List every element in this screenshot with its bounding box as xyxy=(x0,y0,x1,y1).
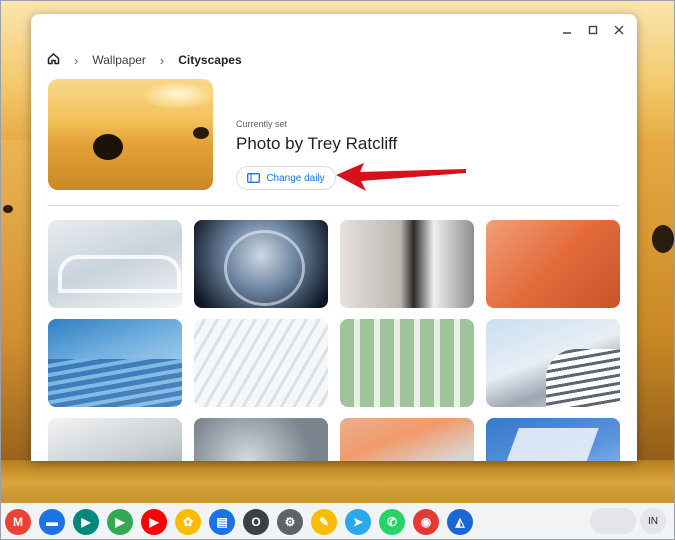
wallpaper-title: Photo by Trey Ratcliff xyxy=(236,134,398,153)
red-arrow-annotation xyxy=(336,163,466,191)
section-divider xyxy=(48,205,619,206)
shelf-app-messages-icon[interactable]: ▤ xyxy=(209,508,235,535)
wallpaper-tile[interactable] xyxy=(48,220,182,308)
current-wallpaper-preview xyxy=(48,79,213,190)
shelf-app-paint-icon[interactable]: ◉ xyxy=(413,508,439,535)
wallpaper-tile[interactable] xyxy=(340,418,474,461)
shelf-app-youtube-icon[interactable]: ▶ xyxy=(141,508,167,535)
change-daily-icon xyxy=(247,173,261,183)
shelf-app-play-store-icon[interactable]: ▶ xyxy=(107,508,133,535)
breadcrumb-wallpaper[interactable]: Wallpaper xyxy=(92,53,146,67)
wallpaper-rock xyxy=(3,205,13,213)
wallpaper-tile[interactable] xyxy=(486,319,620,407)
wallpaper-tile[interactable] xyxy=(48,319,182,407)
shelf-app-photos-icon[interactable]: ✿ xyxy=(175,508,201,535)
currently-set-label: Currently set xyxy=(236,119,288,129)
desktop-wallpaper-bottom xyxy=(0,460,675,505)
status-tray-pill[interactable] xyxy=(590,508,636,534)
change-daily-label: Change daily xyxy=(266,172,325,184)
close-icon[interactable] xyxy=(609,20,629,40)
status-tray: IN xyxy=(590,508,666,534)
window-controls xyxy=(557,20,629,40)
wallpaper-tile[interactable] xyxy=(486,418,620,461)
shelf-app-wallpaper-app-icon[interactable]: ◭ xyxy=(447,508,473,535)
home-icon[interactable] xyxy=(47,52,60,68)
shelf-apps: M ▬ ▶ ▶ ▶ ✿ ▤ O ⚙ ✎ ➤ ✆ ◉ ◭ xyxy=(5,508,473,535)
desktop-wallpaper-left xyxy=(0,140,32,470)
wallpaper-tile[interactable] xyxy=(48,418,182,461)
breadcrumb-cityscapes: Cityscapes xyxy=(178,53,242,67)
wallpaper-tile[interactable] xyxy=(194,418,328,461)
shelf-app-gmail-icon[interactable]: M xyxy=(5,508,31,535)
maximize-icon[interactable] xyxy=(583,20,603,40)
shelf-app-meet-icon[interactable]: ▶ xyxy=(73,508,99,535)
shelf-app-keep-icon[interactable]: ✎ xyxy=(311,508,337,535)
desktop-wallpaper-right xyxy=(635,140,675,470)
chevron-right-icon: › xyxy=(159,52,165,68)
wallpaper-tile[interactable] xyxy=(194,319,328,407)
wallpaper-tile[interactable] xyxy=(340,319,474,407)
shelf-app-telegram-icon[interactable]: ➤ xyxy=(345,508,371,535)
change-daily-button[interactable]: Change daily xyxy=(236,166,336,190)
wallpaper-tile[interactable] xyxy=(340,220,474,308)
chevron-right-icon: › xyxy=(74,52,79,68)
wallpaper-grid xyxy=(48,220,620,461)
shelf-app-settings-icon[interactable]: ⚙ xyxy=(277,508,303,535)
shelf-app-whatsapp-icon[interactable]: ✆ xyxy=(379,508,405,535)
wallpaper-rock xyxy=(652,225,674,253)
wallpaper-app-window: › Wallpaper › Cityscapes Currently set P… xyxy=(31,14,637,461)
shelf-app-circle-app-icon[interactable]: O xyxy=(243,508,269,535)
shelf: M ▬ ▶ ▶ ▶ ✿ ▤ O ⚙ ✎ ➤ ✆ ◉ ◭ IN xyxy=(0,503,675,540)
breadcrumb: › Wallpaper › Cityscapes xyxy=(47,52,242,68)
shelf-app-files-icon[interactable]: ▬ xyxy=(39,508,65,535)
wallpaper-tile[interactable] xyxy=(486,220,620,308)
input-method-indicator[interactable]: IN xyxy=(640,508,666,534)
minimize-icon[interactable] xyxy=(557,20,577,40)
wallpaper-tile[interactable] xyxy=(194,220,328,308)
